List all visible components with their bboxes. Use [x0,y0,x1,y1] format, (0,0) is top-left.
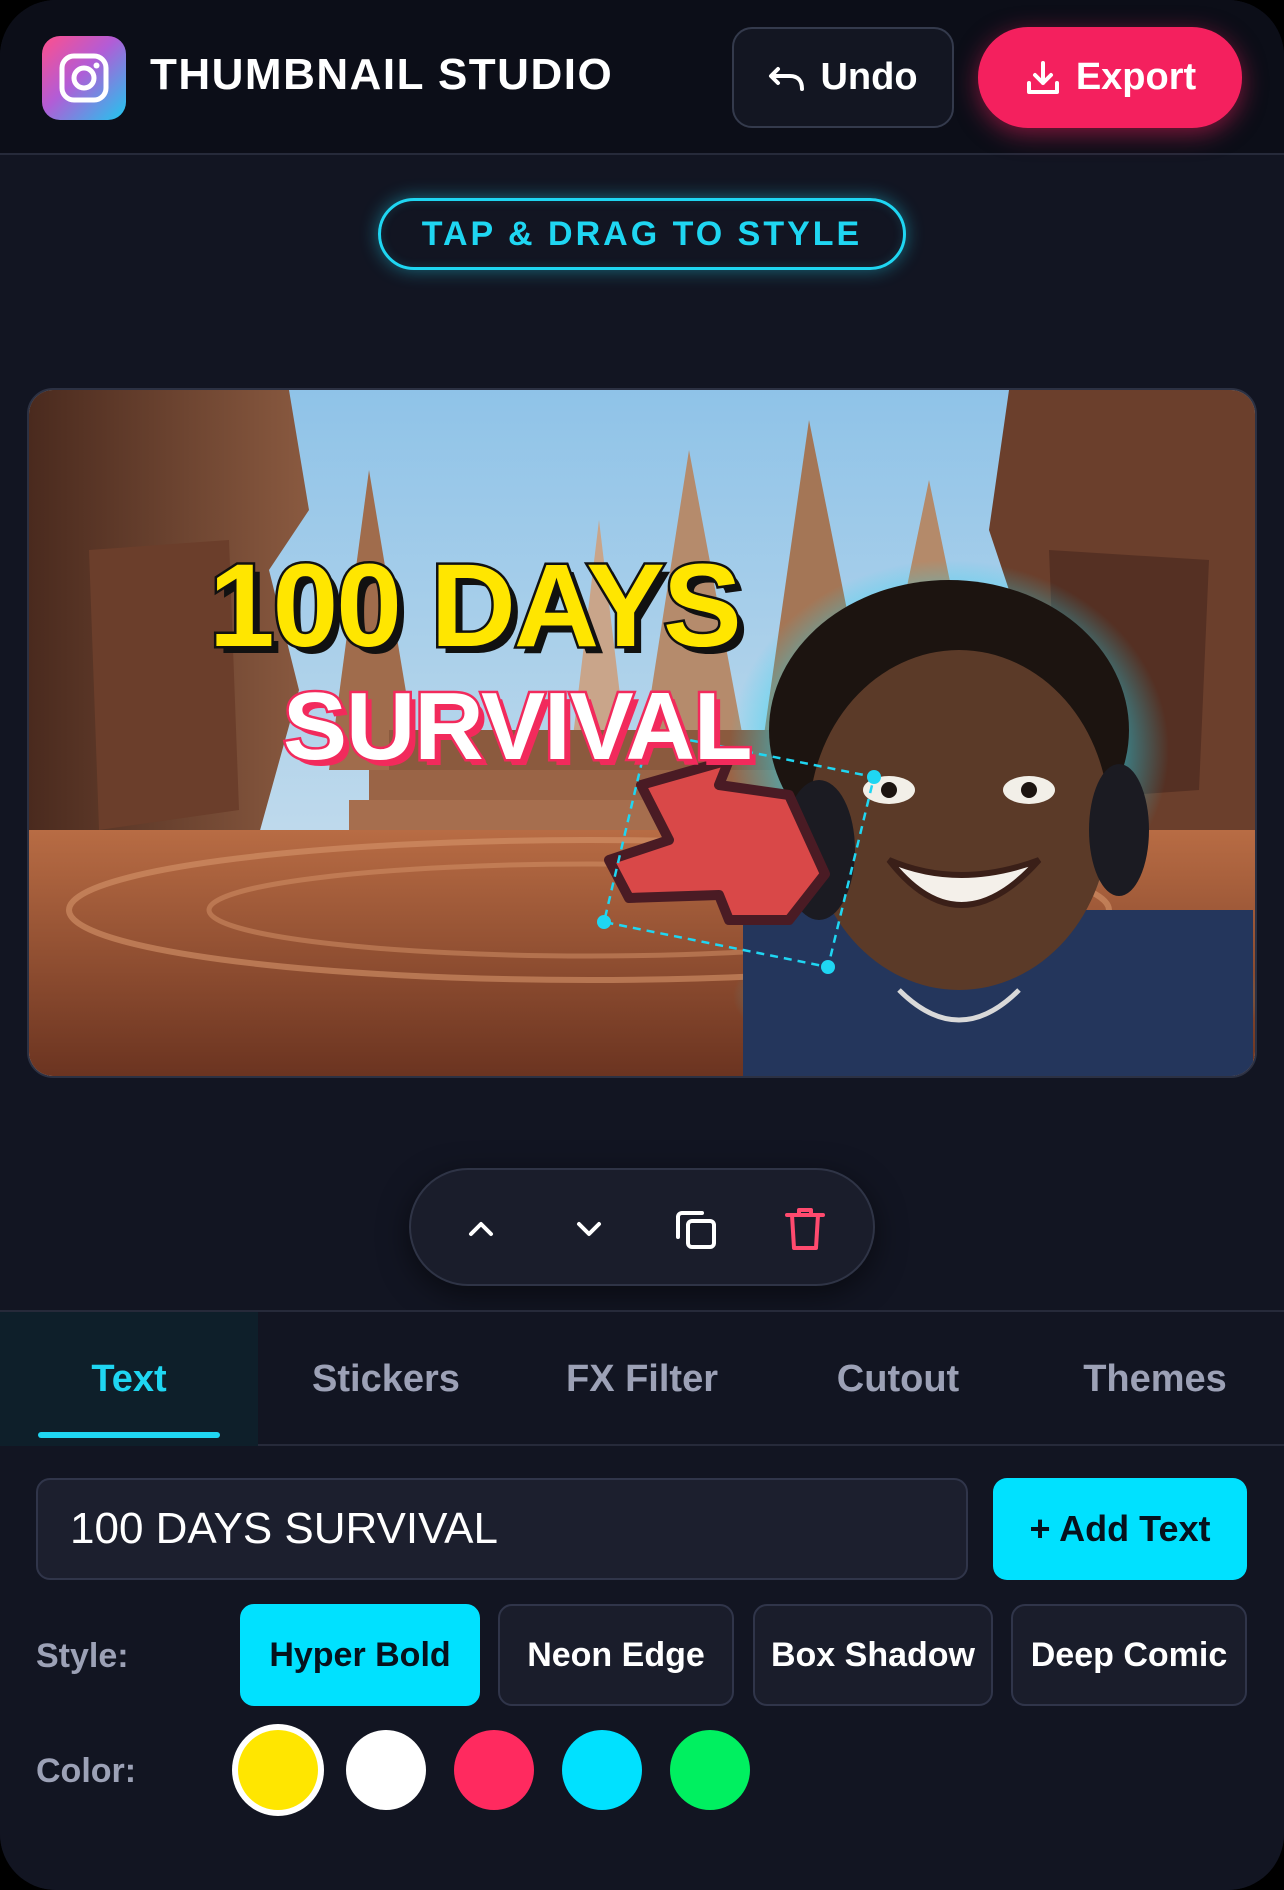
delete-button[interactable] [777,1201,833,1257]
send-backward-button[interactable] [561,1201,617,1257]
color-swatch-white[interactable] [346,1730,426,1810]
resize-handle[interactable] [821,960,835,974]
tab-bar: Text Stickers FX Filter Cutout Themes [0,1312,1284,1446]
export-button[interactable]: Export [978,27,1242,128]
editor-panel: Text Stickers FX Filter Cutout Themes 10… [0,1310,1284,1890]
tab-cutout[interactable]: Cutout [770,1312,1026,1446]
tab-stickers[interactable]: Stickers [258,1312,514,1446]
bring-forward-button[interactable] [453,1201,509,1257]
app-header: THUMBNAIL STUDIO Undo Export [0,0,1284,155]
style-neon-edge[interactable]: Neon Edge [498,1604,734,1706]
app-logo [42,36,126,120]
download-icon [1026,60,1059,94]
text-content-input[interactable]: 100 DAYS SURVIVAL [36,1478,968,1580]
tab-themes[interactable]: Themes [1026,1312,1284,1446]
style-box-shadow[interactable]: Box Shadow [753,1604,993,1706]
layer-toolbar [409,1168,875,1286]
app-title: THUMBNAIL STUDIO [150,50,614,99]
thumbnail-canvas[interactable]: 100 DAYS SURVIVAL [27,388,1257,1078]
trash-icon [785,1208,825,1250]
undo-label: Undo [820,56,918,98]
color-swatch-cyan[interactable] [562,1730,642,1810]
chevron-up-icon [469,1222,493,1236]
tab-text[interactable]: Text [0,1312,258,1446]
resize-handle[interactable] [867,770,881,784]
app-root: THUMBNAIL STUDIO Undo Export TAP & DRAG … [0,0,1284,1890]
camera-icon [59,53,109,103]
style-label: Style: [36,1637,129,1675]
style-hyper-bold[interactable]: Hyper Bold [240,1604,480,1706]
color-swatch-green[interactable] [670,1730,750,1810]
headline-text-layer[interactable]: 100 DAYS [207,538,745,675]
undo-button[interactable]: Undo [732,27,954,128]
color-swatch-yellow[interactable] [238,1730,318,1810]
export-label: Export [1075,56,1197,98]
style-deep-comic[interactable]: Deep Comic [1011,1604,1247,1706]
subline-text-layer[interactable]: SURVIVAL [281,671,756,783]
color-swatch-pink[interactable] [454,1730,534,1810]
drag-hint-badge: TAP & DRAG TO STYLE [378,198,906,270]
tab-fx-filter[interactable]: FX Filter [514,1312,770,1446]
color-label: Color: [36,1752,137,1790]
duplicate-button[interactable] [668,1201,724,1257]
undo-icon [769,66,805,91]
resize-handle[interactable] [597,915,611,929]
chevron-down-icon [577,1222,601,1236]
add-text-button[interactable]: + Add Text [993,1478,1247,1580]
duplicate-icon [676,1211,716,1249]
